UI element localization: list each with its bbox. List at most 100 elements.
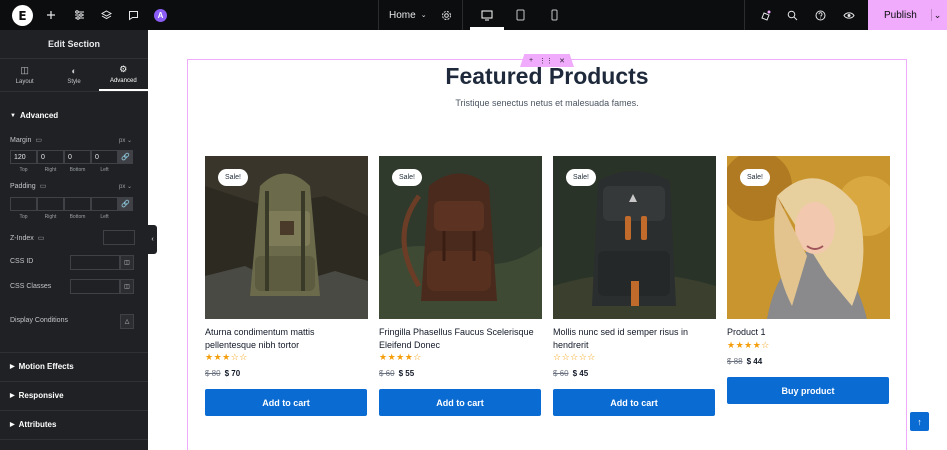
product-title[interactable]: Aturna condimentum mattis pellentesque n… xyxy=(205,326,368,352)
sale-price: $ 70 xyxy=(224,369,241,378)
section-toggle-responsive[interactable]: ▶ Responsive xyxy=(0,382,148,409)
side-label: Bottom xyxy=(69,167,86,173)
old-price: $ 60 xyxy=(553,369,569,378)
padding-unit-select[interactable]: px ⌄ xyxy=(119,183,132,190)
side-label: Bottom xyxy=(69,214,86,220)
responsive-desktop-icon[interactable]: ▭ xyxy=(38,234,45,242)
rating-stars: ☆☆☆☆☆ xyxy=(553,353,596,363)
elementor-logo-icon[interactable]: E xyxy=(12,5,33,26)
section-label: Motion Effects xyxy=(18,362,74,371)
sale-price: $ 45 xyxy=(572,369,589,378)
margin-left-input[interactable]: 0 xyxy=(91,150,118,164)
display-conditions-label: Display Conditions xyxy=(10,317,68,324)
z-index-label-row: Z-Index ▭ xyxy=(10,234,45,243)
unit-label: px xyxy=(119,184,126,190)
product-title[interactable]: Fringilla Phasellus Faucus Scelerisque E… xyxy=(379,326,542,352)
responsive-desktop-icon[interactable]: ▭ xyxy=(35,136,42,144)
product-image[interactable]: Sale! xyxy=(379,156,542,319)
caret-right-icon: ▶ xyxy=(10,393,15,399)
margin-top-input[interactable]: 120 xyxy=(10,150,37,164)
page-select-label: Home xyxy=(389,9,416,21)
side-label: Left xyxy=(100,214,109,220)
section-toggle-attributes[interactable]: ▶ Attributes xyxy=(0,411,148,438)
padding-bottom-input[interactable] xyxy=(64,197,91,211)
product-image[interactable]: Sale! xyxy=(553,156,716,319)
ai-assistant-icon[interactable]: A xyxy=(154,9,167,22)
padding-left-input[interactable] xyxy=(91,197,118,211)
unit-label: px xyxy=(119,138,126,144)
collapse-panel-icon[interactable]: ‹ xyxy=(148,225,157,254)
notifications-icon[interactable] xyxy=(756,0,774,30)
display-conditions-icon[interactable]: △ xyxy=(120,314,134,329)
tab-style[interactable]: ◐ Style xyxy=(49,59,98,91)
dynamic-tags-icon[interactable]: ◫ xyxy=(120,279,134,294)
product-title[interactable]: Product 1 xyxy=(727,326,890,339)
padding-inputs: 🔗 xyxy=(10,197,133,211)
add-to-cart-button[interactable]: Add to cart xyxy=(553,389,715,416)
comments-icon[interactable] xyxy=(124,0,142,30)
css-id-input[interactable] xyxy=(70,255,120,270)
product-image[interactable]: Sale! xyxy=(205,156,368,319)
margin-inputs: 120 0 0 0 🔗 xyxy=(10,150,133,164)
style-icon: ◐ xyxy=(71,65,77,76)
topbar-divider xyxy=(744,0,745,30)
old-price: $ 80 xyxy=(205,369,221,378)
old-price: $ 60 xyxy=(379,369,395,378)
side-label: Right xyxy=(44,214,57,220)
margin-unit-select[interactable]: px ⌄ xyxy=(119,137,132,144)
z-index-input[interactable] xyxy=(103,230,135,245)
site-settings-icon[interactable] xyxy=(70,0,88,30)
page-selector[interactable]: Home ⌄ xyxy=(378,0,436,30)
editor-topbar: E A Home ⌄ Publish ⌄ xyxy=(0,0,947,30)
caret-right-icon: ▶ xyxy=(10,364,15,370)
tab-layout[interactable]: ◫ Layout xyxy=(0,59,49,91)
tab-advanced[interactable]: ⚙ Advanced xyxy=(98,59,148,91)
sale-badge: Sale! xyxy=(740,169,770,186)
section-divider xyxy=(0,439,148,440)
margin-label-row: Margin ▭ xyxy=(10,136,42,145)
preview-eye-icon[interactable] xyxy=(840,0,858,30)
product-price: $ 88 $ 44 xyxy=(727,357,762,366)
product-title[interactable]: Mollis nunc sed id semper risus in hendr… xyxy=(553,326,716,352)
rating-stars: ★★★★☆ xyxy=(379,353,422,363)
caret-down-icon: ▼ xyxy=(10,112,16,119)
link-values-icon[interactable]: 🔗 xyxy=(118,150,133,164)
arrow-up-icon: ↑ xyxy=(917,416,922,427)
link-values-icon[interactable]: 🔗 xyxy=(118,197,133,211)
mobile-view-icon[interactable] xyxy=(545,0,563,30)
product-price: $ 80 $ 70 xyxy=(205,369,240,378)
search-icon[interactable] xyxy=(783,0,801,30)
add-to-cart-button[interactable]: Add to cart xyxy=(379,389,541,416)
sale-badge: Sale! xyxy=(566,169,596,186)
responsive-desktop-icon[interactable]: ▭ xyxy=(40,182,47,190)
help-icon[interactable] xyxy=(811,0,829,30)
dynamic-tags-icon[interactable]: ◫ xyxy=(120,255,134,270)
structure-layers-icon[interactable] xyxy=(97,0,115,30)
publish-button[interactable]: Publish ⌄ xyxy=(868,0,947,30)
scroll-to-top-button[interactable]: ↑ xyxy=(910,412,929,431)
sale-badge: Sale! xyxy=(218,169,248,186)
page-settings-gear-icon[interactable] xyxy=(437,0,455,30)
section-toggle-advanced[interactable]: ▼ Advanced xyxy=(0,102,148,129)
old-price: $ 88 xyxy=(727,357,743,366)
caret-right-icon: ▶ xyxy=(10,422,15,428)
margin-right-input[interactable]: 0 xyxy=(37,150,64,164)
product-price: $ 60 $ 55 xyxy=(379,369,414,378)
add-to-cart-button[interactable]: Add to cart xyxy=(205,389,367,416)
sale-price: $ 55 xyxy=(398,369,415,378)
section-label: Responsive xyxy=(18,391,64,400)
buy-product-button[interactable]: Buy product xyxy=(727,377,889,404)
section-toggle-motion-effects[interactable]: ▶ Motion Effects xyxy=(0,353,148,380)
padding-top-input[interactable] xyxy=(10,197,37,211)
publish-label: Publish xyxy=(884,9,917,21)
margin-bottom-input[interactable]: 0 xyxy=(64,150,91,164)
padding-right-input[interactable] xyxy=(37,197,64,211)
z-index-label: Z-Index xyxy=(10,234,34,242)
tablet-view-icon[interactable] xyxy=(511,0,529,30)
desktop-view-icon[interactable] xyxy=(478,0,496,30)
css-classes-input[interactable] xyxy=(70,279,120,294)
rating-stars: ★★★★☆ xyxy=(727,341,770,351)
add-element-icon[interactable] xyxy=(42,0,60,30)
chevron-down-icon[interactable]: ⌄ xyxy=(931,9,943,21)
product-image[interactable]: Sale! xyxy=(727,156,890,319)
